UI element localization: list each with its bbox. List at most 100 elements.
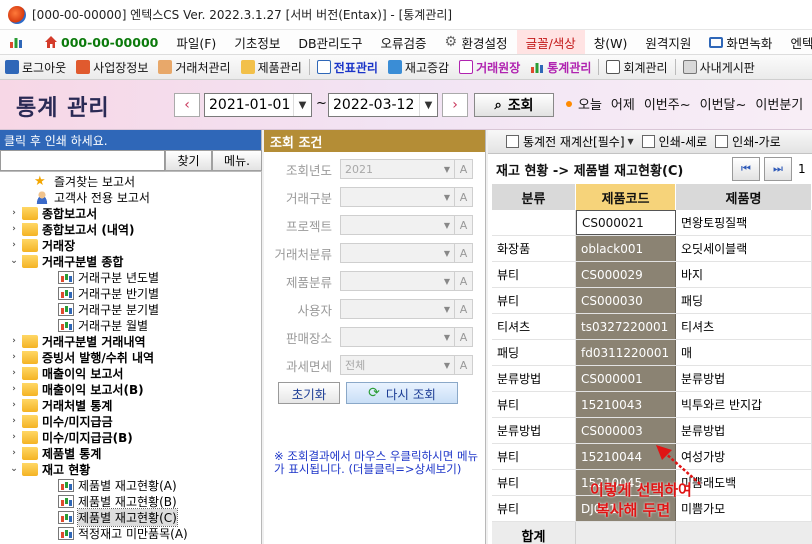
condition-select[interactable]: ▼ A (340, 243, 473, 263)
cell-product-name[interactable]: 오딧세이블랙 (676, 236, 812, 261)
menu-font-color[interactable]: 글꼴/색상 (516, 30, 585, 54)
cell-category[interactable]: 뷰티 (492, 392, 576, 417)
toolbar-logout[interactable]: 로그아웃 (0, 55, 71, 79)
chevron-down-icon[interactable]: ▼ (440, 188, 454, 206)
first-page-button[interactable]: ⏮ (732, 157, 760, 181)
date-from-input[interactable]: 2021-01-01 ▼ (204, 93, 312, 117)
toolbar-client-mgmt[interactable]: 거래처관리 (153, 55, 235, 79)
cell-product-code[interactable]: CS000001 (576, 366, 676, 391)
condition-suffix-button[interactable]: A (454, 244, 472, 262)
table-row[interactable]: 뷰티 CS000030 패딩 (492, 288, 812, 314)
cell-product-code[interactable]: CS000021 (576, 210, 676, 235)
cell-category[interactable] (492, 210, 576, 235)
condition-select[interactable]: ▼ A (340, 187, 473, 207)
tree-item[interactable]: 제품별 재고현황(A) (0, 477, 262, 493)
tree-folder[interactable]: › 종합보고서 (내역) (0, 221, 262, 237)
table-row[interactable]: 뷰티 15210044 여성가방 (492, 444, 812, 470)
chevron-down-icon[interactable]: ▼ (440, 244, 454, 262)
condition-select[interactable]: ▼ A (340, 299, 473, 319)
toolbar-voucher-mgmt[interactable]: 전표관리 (312, 55, 383, 79)
condition-suffix-button[interactable]: A (454, 216, 472, 234)
tree-search-input[interactable] (0, 150, 165, 171)
tree-folder[interactable]: › 미수/미지급금(B) (0, 429, 262, 445)
cell-category[interactable]: 뷰티 (492, 262, 576, 287)
tree-folder[interactable]: › 매출이익 보고서(B) (0, 381, 262, 397)
menu-icon-chart[interactable] (0, 30, 35, 54)
table-row[interactable]: 화장품 oblack001 오딧세이블랙 (492, 236, 812, 262)
column-header-product-code[interactable]: 제품코드 (576, 184, 676, 210)
tree-folder[interactable]: › 미수/미지급금 (0, 413, 262, 429)
period-this-month[interactable]: 이번달~ (700, 94, 747, 113)
condition-suffix-button[interactable]: A (454, 328, 472, 346)
cell-product-code[interactable]: CS000003 (576, 418, 676, 443)
tree-folder[interactable]: › 제품별 통계 (0, 445, 262, 461)
tree-folder[interactable]: › 종합보고서 (0, 205, 262, 221)
period-this-quarter[interactable]: 이번분기 (755, 94, 803, 113)
expand-icon[interactable]: › (8, 416, 20, 426)
toolbar-ledger[interactable]: 거래원장 (454, 55, 525, 79)
tree-folder[interactable]: ⌄ 재고 현황 (0, 461, 262, 477)
chevron-down-icon[interactable]: ▼ (440, 272, 454, 290)
table-row[interactable]: 분류방법 CS000003 분류방법 (492, 418, 812, 444)
toolbar-accounting[interactable]: 회계관리 (601, 55, 672, 79)
tree-folder[interactable]: › 증빙서 발행/수취 내역 (0, 349, 262, 365)
collapse-icon[interactable]: ⌄ (8, 256, 20, 266)
column-header-category[interactable]: 분류 (492, 184, 576, 210)
cell-product-name[interactable]: 패딩 (676, 288, 812, 313)
chevron-down-icon[interactable]: ▼ (440, 328, 454, 346)
cell-product-name[interactable]: 분류방법 (676, 418, 812, 443)
cell-product-name[interactable]: 바지 (676, 262, 812, 287)
menu-settings[interactable]: ⚙ 환경설정 (436, 30, 517, 54)
requery-button[interactable]: ⟳ 다시 조회 (346, 382, 458, 404)
chevron-down-icon[interactable]: ▼ (419, 94, 437, 116)
expand-icon[interactable]: › (8, 208, 20, 218)
tree-folder[interactable]: › 거래구분별 거래내역 (0, 333, 262, 349)
expand-icon[interactable]: › (8, 432, 20, 442)
cell-product-name[interactable]: 여성가방 (676, 444, 812, 469)
cell-product-name[interactable]: 티셔츠 (676, 314, 812, 339)
cell-product-name[interactable]: 빅투와르 반지갑 (676, 392, 812, 417)
period-today[interactable]: 오늘 (578, 94, 602, 113)
tree-folder[interactable]: › 매출이익 보고서 (0, 365, 262, 381)
cell-category[interactable]: 패딩 (492, 340, 576, 365)
next-date-button[interactable]: › (442, 93, 468, 117)
menu-entax[interactable]: 엔텍스C (781, 30, 812, 54)
expand-icon[interactable]: › (8, 336, 20, 346)
condition-select[interactable]: 2021 ▼ A (340, 159, 473, 179)
toolbar-business-info[interactable]: 사업장정보 (71, 55, 153, 79)
tree-folder[interactable]: ⌄ 거래구분별 종합 (0, 253, 262, 269)
chevron-down-icon[interactable]: ▼ (440, 300, 454, 318)
tree-item[interactable]: 거래구분 월별 (0, 317, 262, 333)
column-header-product-name[interactable]: 제품명 (676, 184, 812, 210)
table-row[interactable]: CS000021 면왕토핑질팩 (492, 210, 812, 236)
table-row[interactable]: 패딩 fd0311220001 매 (492, 340, 812, 366)
cell-category[interactable]: 분류방법 (492, 366, 576, 391)
cell-product-code[interactable]: ts0327220001 (576, 314, 676, 339)
reset-button[interactable]: 초기화 (278, 382, 340, 404)
menu-button[interactable]: 메뉴. (212, 150, 262, 171)
cell-product-name[interactable]: 미쁨래도백 (676, 470, 812, 495)
cell-product-code[interactable]: CS000029 (576, 262, 676, 287)
tree-item[interactable]: 거래구분 년도별 (0, 269, 262, 285)
cell-product-code[interactable]: oblack001 (576, 236, 676, 261)
menu-screen-record[interactable]: 화면녹화 (700, 30, 781, 54)
cell-product-code[interactable]: 15210043 (576, 392, 676, 417)
tree-item[interactable]: 적정재고 미만품목(A) (0, 525, 262, 541)
condition-suffix-button[interactable]: A (454, 300, 472, 318)
cell-product-name[interactable]: 매 (676, 340, 812, 365)
expand-icon[interactable]: › (8, 368, 20, 378)
period-yesterday[interactable]: 어제 (611, 94, 635, 113)
print-landscape-button[interactable]: 인쇄-가로 (711, 133, 785, 150)
menu-file[interactable]: 파일(F) (167, 30, 225, 54)
chevron-down-icon[interactable]: ▼ (293, 94, 311, 116)
table-row[interactable]: 티셔츠 ts0327220001 티셔츠 (492, 314, 812, 340)
cell-category[interactable]: 분류방법 (492, 418, 576, 443)
cell-product-name[interactable]: 미쁨가모 (676, 496, 812, 521)
tree-item[interactable]: ★ 즐겨찾는 보고서 (0, 173, 262, 189)
toolbar-statistics[interactable]: 통계관리 (525, 55, 596, 79)
toolbar-board[interactable]: 사내게시판 (678, 55, 760, 79)
cell-product-code[interactable]: 15210044 (576, 444, 676, 469)
condition-select[interactable]: ▼ A (340, 327, 473, 347)
toolbar-stock-change[interactable]: 재고증감 (383, 55, 454, 79)
menu-company-code[interactable]: 000-00-00000 (35, 30, 167, 54)
